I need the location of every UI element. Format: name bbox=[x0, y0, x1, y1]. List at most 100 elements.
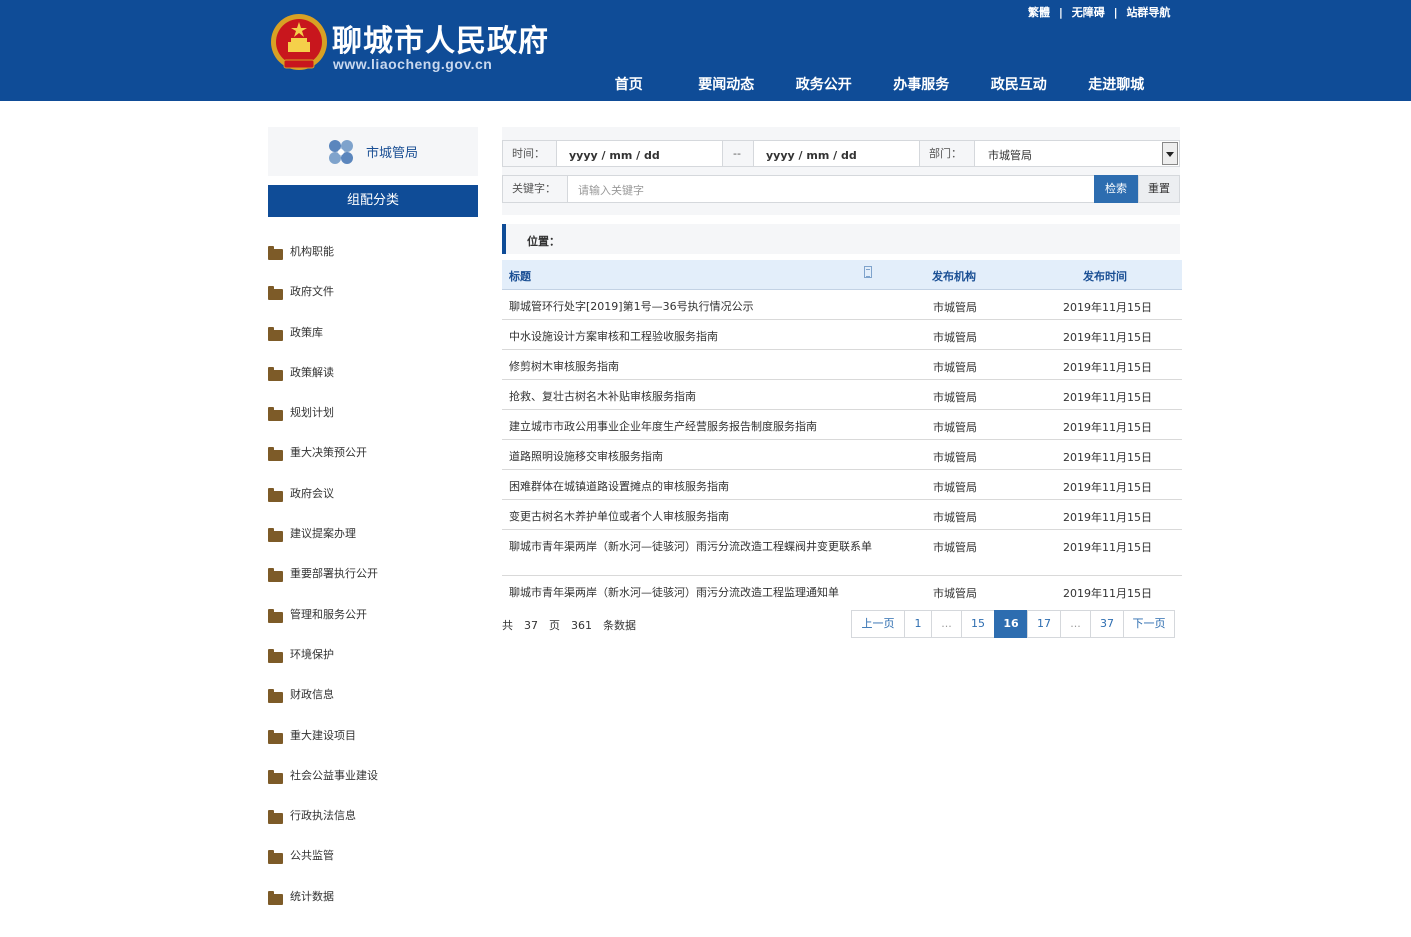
site-group-nav-link[interactable]: 站群导航 bbox=[1126, 6, 1170, 19]
category-item[interactable]: 管理和服务公开 bbox=[268, 606, 478, 646]
table-row[interactable]: 中水设施设计方案审核和工程验收服务指南 市城管局 2019年11月15日 bbox=[502, 320, 1182, 350]
table-row[interactable]: 困难群体在城镇道路设置摊点的审核服务指南 市城管局 2019年11月15日 bbox=[502, 470, 1182, 500]
category-item[interactable]: 重大决策预公开 bbox=[268, 444, 478, 484]
keyword-input[interactable]: 请输入关键字 bbox=[567, 175, 1095, 203]
folder-icon bbox=[268, 568, 283, 583]
header-title[interactable]: 标题 bbox=[509, 268, 531, 284]
row-org: 市城管局 bbox=[933, 421, 977, 434]
row-title[interactable]: 聊城管环行处字[2019]第1号—36号执行情况公示 bbox=[509, 299, 874, 315]
nav-interaction[interactable]: 政民互动 bbox=[970, 74, 1068, 94]
category-label: 财政信息 bbox=[290, 688, 334, 702]
date-from-input[interactable]: yyyy / mm / dd bbox=[556, 140, 723, 167]
category-label: 重大建设项目 bbox=[290, 728, 356, 742]
folder-icon bbox=[268, 407, 283, 422]
date-to-input[interactable]: yyyy / mm / dd bbox=[753, 140, 920, 167]
row-org: 市城管局 bbox=[933, 391, 977, 404]
table-row[interactable]: 抢救、复壮古树名木补贴审核服务指南 市城管局 2019年11月15日 bbox=[502, 380, 1182, 410]
page-info: 共 37 页 361 条数据 bbox=[502, 617, 647, 633]
row-title[interactable]: 修剪树木审核服务指南 bbox=[509, 359, 874, 375]
traditional-chinese-link[interactable]: 繁體 bbox=[1028, 6, 1050, 19]
page-button[interactable]: 17 bbox=[1027, 610, 1061, 638]
row-title[interactable]: 抢救、复壮古树名木补贴审核服务指南 bbox=[509, 389, 874, 405]
row-title[interactable]: 中水设施设计方案审核和工程验收服务指南 bbox=[509, 329, 874, 345]
category-item[interactable]: 政府文件 bbox=[268, 283, 478, 323]
department-box: 市城管局 bbox=[268, 127, 478, 176]
page-button[interactable]: 15 bbox=[961, 610, 995, 638]
category-item[interactable]: 重要部署执行公开 bbox=[268, 565, 478, 605]
row-title[interactable]: 困难群体在城镇道路设置摊点的审核服务指南 bbox=[509, 479, 874, 495]
table-row[interactable]: 变更古树名木养护单位或者个人审核服务指南 市城管局 2019年11月15日 bbox=[502, 500, 1182, 530]
nav-about-city[interactable]: 走进聊城 bbox=[1068, 74, 1166, 94]
accessibility-link[interactable]: 无障碍 bbox=[1072, 6, 1105, 19]
row-date: 2019年11月15日 bbox=[1063, 421, 1152, 434]
category-label: 机构职能 bbox=[290, 245, 334, 258]
top-links: 繁體 | 无障碍 | 站群导航 bbox=[1028, 4, 1170, 20]
nav-home[interactable]: 首页 bbox=[580, 74, 678, 94]
current-page-button[interactable]: 16 bbox=[994, 610, 1028, 638]
folder-icon bbox=[268, 326, 283, 341]
nav-gov-affairs[interactable]: 政务公开 bbox=[775, 74, 873, 94]
folder-icon bbox=[268, 810, 283, 825]
category-item[interactable]: 财政信息 bbox=[268, 686, 478, 726]
folder-icon bbox=[268, 769, 283, 784]
nav-services[interactable]: 办事服务 bbox=[873, 74, 971, 94]
sort-icon[interactable] bbox=[864, 266, 872, 278]
row-org: 市城管局 bbox=[933, 541, 977, 554]
row-title[interactable]: 道路照明设施移交审核服务指南 bbox=[509, 449, 874, 465]
category-item[interactable]: 机构职能 bbox=[268, 243, 478, 283]
category-item[interactable]: 规划计划 bbox=[268, 404, 478, 444]
category-item[interactable]: 社会公益事业建设 bbox=[268, 767, 478, 807]
chevron-down-icon[interactable] bbox=[1162, 142, 1178, 165]
table-row[interactable]: 建立城市市政公用事业企业年度生产经营服务报告制度服务指南 市城管局 2019年11月… bbox=[502, 410, 1182, 440]
site-header: 聊城市人民政府 www.liaocheng.gov.cn 繁體 | 无障碍 | … bbox=[0, 0, 1411, 101]
pagination: 上一页 1 ... 15 16 17 ... 37 下一页 bbox=[851, 610, 1175, 638]
category-label: 公共监管 bbox=[290, 849, 334, 863]
row-date: 2019年11月15日 bbox=[1063, 511, 1152, 524]
category-label: 统计数据 bbox=[290, 889, 334, 903]
table-row[interactable]: 道路照明设施移交审核服务指南 市城管局 2019年11月15日 bbox=[502, 440, 1182, 470]
table-row[interactable]: 聊城市青年渠两岸（新水河—徒骇河）雨污分流改造工程监理通知单 市城管局 2019年1… bbox=[502, 576, 1182, 606]
category-item[interactable]: 政策库 bbox=[268, 324, 478, 364]
category-item[interactable]: 政策解读 bbox=[268, 364, 478, 404]
page-button[interactable]: 37 bbox=[1090, 610, 1124, 638]
category-item[interactable]: 统计数据 bbox=[268, 888, 478, 928]
row-org: 市城管局 bbox=[933, 511, 977, 524]
department-select[interactable]: 市城管局 bbox=[974, 140, 1180, 167]
row-title[interactable]: 变更古树名木养护单位或者个人审核服务指南 bbox=[509, 509, 874, 525]
total-pages: 37 bbox=[524, 619, 538, 632]
folder-icon bbox=[268, 366, 283, 381]
next-page-button[interactable]: 下一页 bbox=[1123, 610, 1175, 638]
row-date: 2019年11月15日 bbox=[1063, 451, 1152, 464]
row-title[interactable]: 建立城市市政公用事业企业年度生产经营服务报告制度服务指南 bbox=[509, 419, 874, 435]
nav-news[interactable]: 要闻动态 bbox=[678, 74, 776, 94]
category-item[interactable]: 建议提案办理 bbox=[268, 525, 478, 565]
category-item[interactable]: 政府会议 bbox=[268, 485, 478, 525]
date-range-separator: -- bbox=[722, 140, 754, 167]
keyword-label: 关键字： bbox=[502, 175, 568, 203]
header-org[interactable]: 发布机构 bbox=[932, 268, 976, 284]
row-org: 市城管局 bbox=[933, 451, 977, 464]
row-date: 2019年11月15日 bbox=[1063, 391, 1152, 404]
category-item[interactable]: 公共监管 bbox=[268, 847, 478, 887]
header-date[interactable]: 发布时间 bbox=[1083, 268, 1127, 284]
table-row[interactable]: 聊城管环行处字[2019]第1号—36号执行情况公示 市城管局 2019年11月15… bbox=[502, 290, 1182, 320]
table-row[interactable]: 修剪树木审核服务指南 市城管局 2019年11月15日 bbox=[502, 350, 1182, 380]
main-nav: 首页 要闻动态 政务公开 办事服务 政民互动 走进聊城 bbox=[580, 74, 1165, 94]
row-date: 2019年11月15日 bbox=[1063, 301, 1152, 314]
pages-unit: 页 bbox=[549, 619, 560, 632]
row-title[interactable]: 聊城市青年渠两岸（新水河—徒骇河）雨污分流改造工程蝶阀井变更联系单 bbox=[509, 539, 874, 555]
search-button[interactable]: 检索 bbox=[1094, 175, 1138, 203]
page-button[interactable]: 1 bbox=[904, 610, 932, 638]
row-title[interactable]: 聊城市青年渠两岸（新水河—徒骇河）雨污分流改造工程监理通知单 bbox=[509, 585, 874, 601]
category-item[interactable]: 环境保护 bbox=[268, 646, 478, 686]
time-label: 时间： bbox=[502, 140, 557, 167]
category-item[interactable]: 重大建设项目 bbox=[268, 727, 478, 767]
category-item[interactable]: 行政执法信息 bbox=[268, 807, 478, 847]
department-label: 部门： bbox=[919, 140, 975, 167]
prev-page-button[interactable]: 上一页 bbox=[851, 610, 905, 638]
page-ellipsis: ... bbox=[931, 610, 962, 638]
table-row[interactable]: 聊城市青年渠两岸（新水河—徒骇河）雨污分流改造工程蝶阀井变更联系单 市城管局 201… bbox=[502, 530, 1182, 576]
folder-icon bbox=[268, 648, 283, 663]
separator: | bbox=[1058, 6, 1063, 19]
reset-button[interactable]: 重置 bbox=[1138, 175, 1180, 203]
